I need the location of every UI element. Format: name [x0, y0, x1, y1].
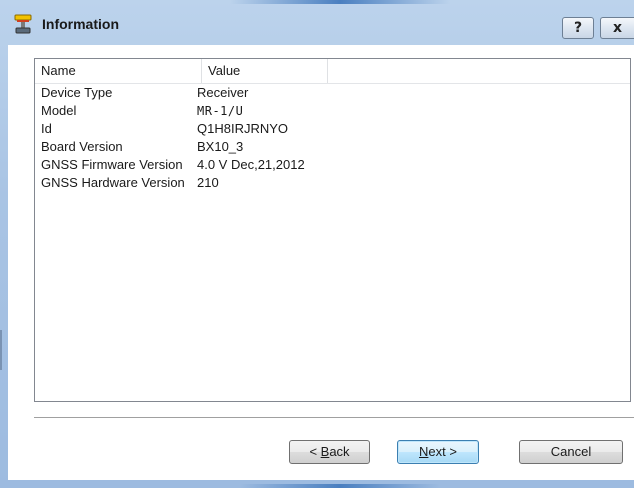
row-value: 210: [197, 175, 219, 190]
next-mnemonic: N: [419, 444, 429, 459]
help-button[interactable]: ?: [562, 17, 594, 39]
title-bar[interactable]: Information ? x: [0, 0, 634, 45]
row-name: Id: [41, 121, 52, 136]
back-rest: ack: [329, 444, 350, 459]
list-row[interactable]: Board Version BX10_3: [35, 138, 630, 156]
next-button[interactable]: Next >: [397, 440, 479, 464]
row-name: Board Version: [41, 139, 123, 154]
close-button[interactable]: x: [600, 17, 634, 39]
list-row[interactable]: GNSS Hardware Version 210: [35, 174, 630, 192]
column-header-value[interactable]: Value: [202, 59, 328, 83]
dialog-body: Name Value Device Type Receiver Model MR…: [8, 45, 634, 480]
next-rest: ext >: [428, 444, 457, 459]
title-bar-glow: [230, 0, 450, 4]
back-prefix: <: [309, 444, 321, 459]
row-value: Receiver: [197, 85, 249, 100]
window-edge-mark: [0, 330, 2, 370]
row-name: GNSS Firmware Version: [41, 157, 183, 172]
row-value: BX10_3: [197, 139, 244, 154]
information-dialog: Information ? x Name Value Device Type R…: [0, 0, 634, 488]
cancel-button[interactable]: Cancel: [519, 440, 623, 464]
row-value: 4.0 V Dec,21,2012: [197, 157, 305, 172]
list-row[interactable]: Model MR-1/U: [35, 102, 630, 120]
list-row[interactable]: Id Q1H8IRJRNYO: [35, 120, 630, 138]
list-row[interactable]: GNSS Firmware Version 4.0 V Dec,21,2012: [35, 156, 630, 174]
row-name: Model: [41, 103, 77, 118]
dialog-title: Information: [42, 16, 119, 32]
row-value: Q1H8IRJRNYO: [197, 121, 289, 136]
button-separator: [34, 417, 634, 419]
list-row[interactable]: Device Type Receiver: [35, 84, 630, 102]
bottom-glow: [240, 484, 440, 488]
row-name: GNSS Hardware Version: [41, 175, 185, 190]
information-list[interactable]: Name Value Device Type Receiver Model MR…: [34, 58, 631, 402]
receiver-device-icon: [14, 14, 32, 34]
column-header-name[interactable]: Name: [35, 59, 202, 83]
row-name: Device Type: [41, 85, 113, 100]
row-value: MR-1/U: [197, 104, 244, 118]
list-header: Name Value: [35, 59, 630, 84]
back-button[interactable]: < Back: [289, 440, 370, 464]
